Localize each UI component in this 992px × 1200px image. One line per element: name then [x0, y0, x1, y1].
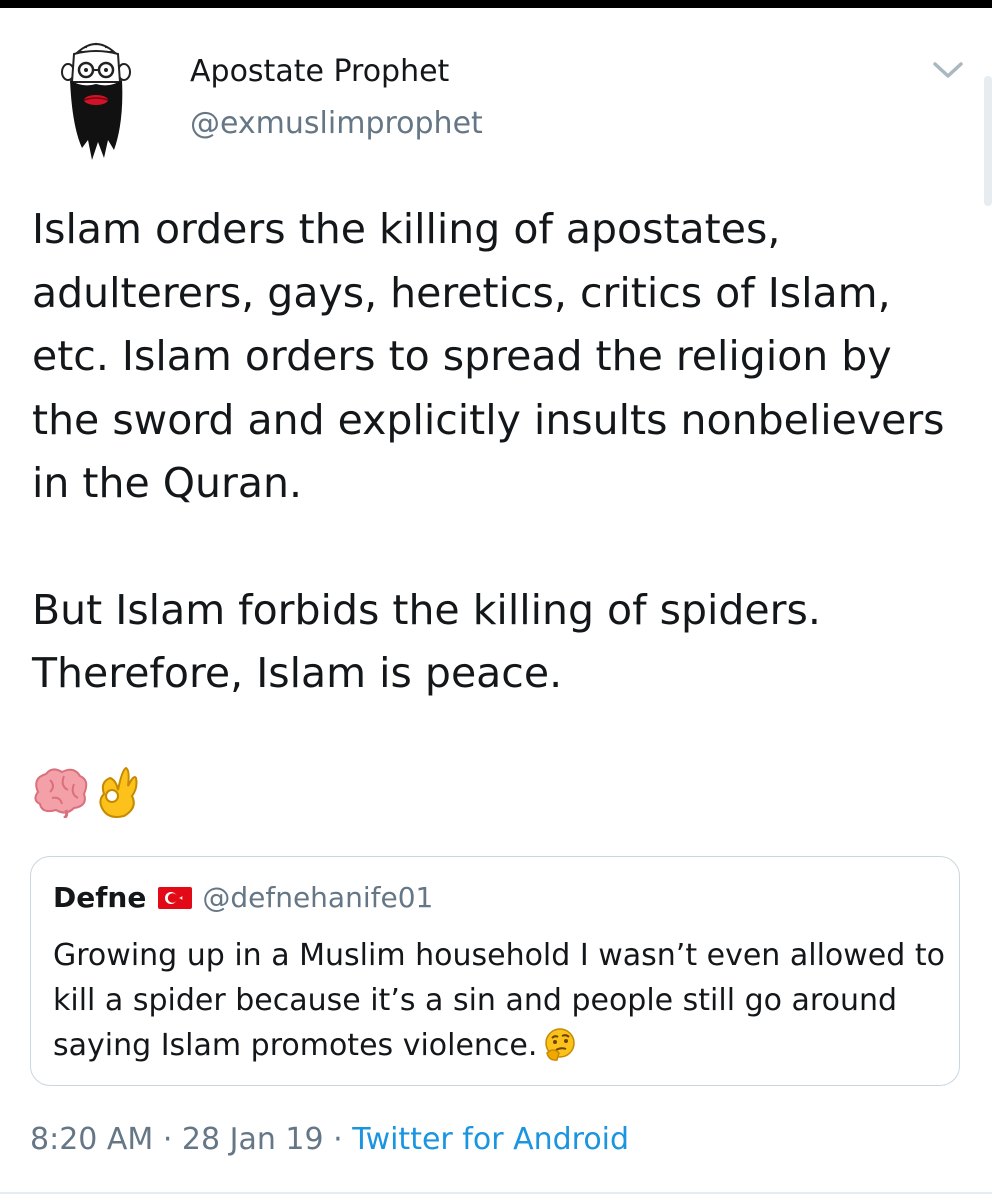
meta-separator: · — [323, 1122, 353, 1157]
quoted-tweet-text: Growing up in a Muslim household I wasn’… — [53, 933, 953, 1074]
display-name[interactable]: Apostate Prophet — [190, 54, 449, 89]
tweet-meta: 8:20 AM · 28 Jan 19 · Twitter for Androi… — [30, 1122, 629, 1157]
user-handle[interactable]: @exmuslimprophet — [190, 106, 483, 141]
ok-hand-emoji-icon — [99, 766, 138, 818]
quoted-display-name: Defne — [53, 881, 147, 914]
brain-emoji-icon — [34, 768, 88, 818]
scrollbar[interactable] — [984, 76, 992, 206]
bearded-man-avatar-icon — [61, 42, 131, 160]
quoted-text-body: Growing up in a Muslim household I wasn’… — [53, 938, 945, 1063]
turkey-flag-icon — [158, 886, 193, 909]
tweet-time: 8:20 AM — [30, 1122, 154, 1157]
top-edge-bar — [0, 0, 992, 8]
tweet-date: 28 Jan 19 — [181, 1122, 324, 1157]
quoted-tweet-card[interactable]: Defne @defnehanife01 Growing up in a Mus… — [30, 856, 960, 1086]
avatar[interactable] — [58, 36, 134, 162]
chevron-down-icon[interactable] — [930, 58, 966, 82]
tweet-paragraph-2: But Islam forbids the killing of spiders… — [32, 585, 821, 698]
divider — [0, 1192, 992, 1194]
tweet-text: Islam orders the killing of apostates, a… — [32, 198, 962, 706]
emoji-row — [30, 762, 140, 822]
tweet-paragraph-1: Islam orders the killing of apostates, a… — [32, 205, 945, 507]
thinking-face-emoji-icon — [543, 1027, 577, 1074]
quoted-handle: @defnehanife01 — [202, 881, 434, 914]
quoted-tweet-header: Defne @defnehanife01 — [53, 881, 433, 914]
meta-separator: · — [153, 1122, 182, 1157]
tweet-source-link[interactable]: Twitter for Android — [352, 1122, 629, 1157]
